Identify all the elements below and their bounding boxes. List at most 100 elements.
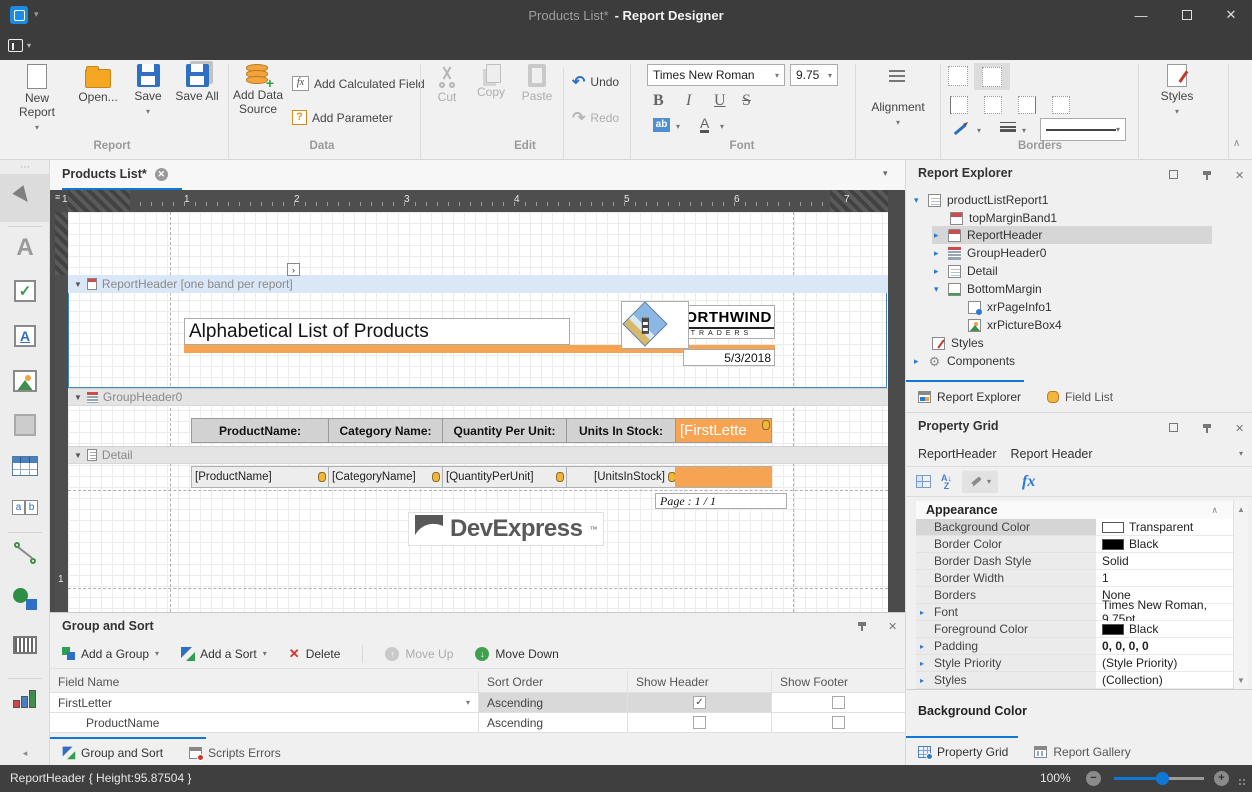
show-header-cell[interactable]: ✓	[628, 693, 772, 713]
zoom-out-button[interactable]: −	[1086, 771, 1101, 786]
tree-item-styles[interactable]: Styles	[932, 334, 984, 352]
property-name[interactable]: ▸Font	[916, 604, 1096, 621]
maximize-panel-icon[interactable]	[1169, 423, 1178, 432]
tree-item-detail[interactable]: ▸ Detail	[934, 262, 998, 280]
zoom-slider[interactable]	[1114, 777, 1204, 780]
close-icon[interactable]: ✕	[1235, 422, 1244, 435]
border-width-icon[interactable]	[1000, 122, 1016, 132]
font-size-combobox[interactable]: 9.75 ▾	[790, 64, 838, 86]
first-letter-cell[interactable]: [FirstLette	[675, 418, 772, 443]
tab-close-icon[interactable]: ✕	[155, 168, 168, 181]
open-button[interactable]: Open...	[70, 64, 126, 138]
tab-property-grid[interactable]: Property Grid	[918, 745, 1008, 759]
border-right-icon[interactable]	[1018, 96, 1036, 114]
tool-picture-box[interactable]	[0, 370, 50, 392]
border-none-icon[interactable]	[1052, 96, 1070, 114]
tree-item-page-info[interactable]: xrPageInfo1	[968, 298, 1052, 316]
document-tab[interactable]: Products List* ✕	[62, 160, 182, 190]
move-down-button[interactable]: ↓ Move Down	[475, 647, 558, 661]
property-name[interactable]: Border Width	[916, 570, 1096, 587]
expand-icon[interactable]: ▸	[914, 356, 922, 367]
column-field-name[interactable]: Field Name	[50, 671, 479, 693]
expand-icon[interactable]: ▸	[920, 659, 924, 668]
tree-item-components[interactable]: ▸ ⚙ Components	[914, 352, 1015, 370]
ribbon-collapse-icon[interactable]: ∧	[1233, 138, 1240, 149]
property-name[interactable]: Border Dash Style	[916, 553, 1096, 570]
show-footer-checkbox[interactable]	[832, 716, 845, 729]
header-cell[interactable]: ProductName:	[191, 418, 329, 443]
border-left-icon[interactable]	[950, 96, 968, 114]
property-value[interactable]: Black	[1096, 536, 1233, 553]
header-cell[interactable]: Category Name:	[328, 418, 443, 443]
detail-cell[interactable]: [UnitsInStock]	[566, 466, 676, 488]
save-button[interactable]: Save ▾	[126, 64, 170, 138]
zoom-slider-handle[interactable]	[1156, 772, 1169, 785]
border-style-combobox[interactable]: ▾	[1040, 118, 1126, 141]
toolbox-scroll-icon[interactable]: ◂	[0, 748, 50, 759]
field-name-cell[interactable]: FirstLetter ▾	[50, 693, 479, 713]
page-info-label[interactable]: Page : 1 / 1	[655, 493, 787, 509]
font-color-button[interactable]: A	[700, 117, 709, 133]
property-row[interactable]: ▸Styles (Collection)	[916, 672, 1233, 689]
styles-button[interactable]: Styles ▾	[1148, 64, 1206, 138]
category-collapse-icon[interactable]: ∧	[1211, 505, 1218, 516]
highlight-color-button[interactable]: ab	[653, 118, 670, 132]
strikethrough-button[interactable]: S	[742, 92, 751, 110]
scrollbar[interactable]: ▲ ▼	[1233, 501, 1248, 689]
add-data-source-button[interactable]: + Add Data Source	[232, 64, 284, 138]
devexpress-logo[interactable]: DevExpress ™	[408, 512, 604, 546]
band-collapse-icon[interactable]: ▼	[74, 393, 82, 402]
categorized-view-icon[interactable]	[916, 475, 931, 488]
report-page[interactable]: ▼ ReportHeader [one band per report] › A…	[68, 212, 888, 612]
property-value[interactable]: Transparent	[1096, 519, 1233, 536]
property-row[interactable]: ▸Style Priority (Style Priority)	[916, 655, 1233, 672]
font-color-caret-icon[interactable]: ▾	[720, 122, 724, 131]
detail-cell[interactable]: [CategoryName]	[328, 466, 443, 488]
add-group-button[interactable]: Add a Group ▾	[62, 647, 159, 661]
field-name-cell[interactable]: ProductName	[50, 713, 479, 733]
property-row[interactable]: ▸Font Times New Roman, 9.75pt	[916, 604, 1233, 621]
expand-icon[interactable]: ▸	[934, 230, 942, 241]
undo-button[interactable]: ↶ Undo	[572, 72, 619, 92]
tree-item-report[interactable]: ▾ productListReport1	[914, 191, 1048, 209]
close-icon[interactable]: ✕	[888, 620, 897, 633]
border-inside-icon[interactable]	[984, 96, 1002, 114]
tree-item-report-header[interactable]: ▸ ReportHeader	[934, 226, 1042, 244]
tree-item-bottom-margin[interactable]: ▾ BottomMargin	[934, 280, 1042, 298]
show-header-checkbox[interactable]: ✓	[693, 696, 706, 709]
tab-field-list[interactable]: Field List	[1047, 390, 1113, 404]
tab-report-gallery[interactable]: Report Gallery	[1034, 745, 1130, 759]
close-button[interactable]: ✕	[1214, 0, 1248, 30]
highlight-caret-icon[interactable]: ▾	[676, 122, 680, 131]
property-name[interactable]: Foreground Color	[916, 621, 1096, 638]
expand-icon[interactable]: ▸	[920, 608, 924, 617]
zoom-in-button[interactable]: +	[1214, 771, 1229, 786]
selected-object-combobox[interactable]: ReportHeader Report Header ▾	[906, 441, 1252, 467]
property-value[interactable]: 0, 0, 0, 0	[1096, 638, 1233, 655]
property-name[interactable]: Border Color	[916, 536, 1096, 553]
paste-button[interactable]: Paste	[514, 64, 560, 138]
pin-icon[interactable]	[1203, 424, 1211, 428]
expand-icon[interactable]: ▸	[934, 266, 942, 277]
detail-cell[interactable]: [QuantityPerUnit]	[442, 466, 567, 488]
property-name[interactable]: Background Color	[916, 519, 1096, 536]
app-menu-button[interactable]: ▾	[8, 34, 44, 57]
detail-cell[interactable]	[675, 466, 772, 488]
band-collapse-icon[interactable]: ▼	[74, 451, 82, 460]
alignment-button[interactable]: Alignment ▾	[858, 100, 938, 134]
property-value[interactable]: Black	[1096, 621, 1233, 638]
bold-button[interactable]: B	[653, 92, 664, 110]
show-footer-cell[interactable]	[772, 713, 905, 733]
tool-label[interactable]: A	[0, 234, 50, 262]
resize-grip[interactable]	[1238, 778, 1247, 787]
sort-order-cell[interactable]: Ascending	[479, 713, 628, 733]
sort-row[interactable]: ProductName Ascending	[50, 713, 905, 733]
move-up-button[interactable]: ↑ Move Up	[385, 647, 453, 661]
sort-order-cell[interactable]: Ascending	[479, 693, 628, 713]
property-name[interactable]: Borders	[916, 587, 1096, 604]
column-show-footer[interactable]: Show Footer	[772, 671, 905, 693]
report-date-label[interactable]: 5/3/2018	[683, 349, 775, 366]
header-cell[interactable]: Quantity Per Unit:	[442, 418, 567, 443]
scroll-up-icon[interactable]: ▲	[1234, 501, 1248, 514]
band-collapse-icon[interactable]: ▼	[74, 280, 82, 289]
